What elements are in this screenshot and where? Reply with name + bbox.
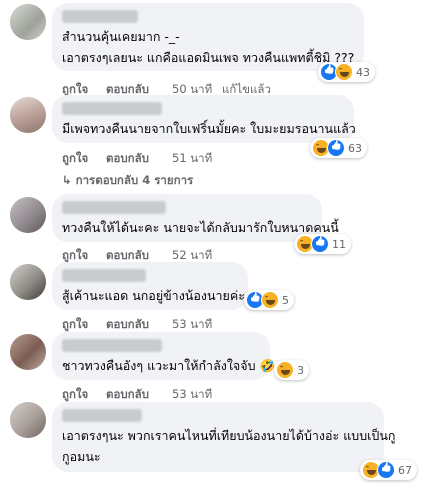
reaction-summary[interactable]: 63 — [310, 138, 367, 158]
commenter-name[interactable] — [62, 201, 166, 214]
commenter-name[interactable] — [62, 269, 146, 282]
comment-bubble: เอาตรงๆนะ พวกเราคนไหนที่เทียบน้องนายได้บ… — [52, 402, 395, 472]
view-replies-link[interactable]: ↳ การตอบกลับ 4 รายการ — [62, 172, 193, 190]
reaction-summary[interactable]: 11 — [294, 234, 351, 254]
reaction-summary[interactable]: 67 — [360, 460, 417, 480]
haha-reaction-icon — [335, 63, 353, 81]
comment-text: เอาตรงๆเลยนะ แกคือแอดมินเพจ ทวงคืนแพทตี้… — [62, 50, 355, 65]
comment-text: ชาวทวงคืนอังๆ แวะมาให้กำลังใจจับ 🤣 — [62, 358, 276, 373]
like-button[interactable]: ถูกใจ — [62, 150, 88, 168]
commenter-name[interactable] — [62, 409, 142, 422]
commenter-name[interactable] — [62, 102, 162, 115]
avatar[interactable] — [10, 334, 46, 370]
avatar[interactable] — [10, 402, 46, 438]
commenter-name[interactable] — [62, 10, 138, 23]
comment-text: มีเพจทวงคืนนายจากใบเฟริ์นมั้ยคะ ใบมะยมรอ… — [62, 121, 356, 136]
haha-reaction-icon — [276, 361, 294, 379]
like-reaction-icon — [311, 235, 329, 253]
reaction-summary[interactable]: 5 — [244, 290, 294, 310]
like-reaction-icon — [327, 139, 345, 157]
comment-bubble: ชาวทวงคืนอังๆ แวะมาให้กำลังใจจับ 🤣 — [52, 332, 275, 380]
comment-text: เอาตรงๆนะ พวกเราคนไหนที่เทียบน้องนายได้บ… — [62, 428, 396, 443]
avatar[interactable] — [10, 4, 46, 40]
comment-bubble: สู้เค้านะแอด นกอยู่ข้างน้องนายค่ะ — [52, 262, 248, 310]
comment-text: สู้เค้านะแอด นกอยู่ข้างน้องนายค่ะ — [62, 288, 245, 303]
comment-text: สำนวนคุ้นเคยมาก -_- — [62, 29, 180, 44]
like-reaction-icon — [377, 461, 395, 479]
haha-reaction-icon — [261, 291, 279, 309]
timestamp[interactable]: 51 นาที — [172, 150, 212, 168]
reaction-summary[interactable]: 3 — [274, 360, 309, 380]
avatar[interactable] — [10, 97, 46, 133]
avatar[interactable] — [10, 264, 46, 300]
comment-bubble: มีเพจทวงคืนนายจากใบเฟริ์นมั้ยคะ ใบมะยมรอ… — [52, 95, 356, 143]
commenter-name[interactable] — [62, 339, 162, 352]
reply-button[interactable]: ตอบกลับ — [106, 150, 149, 168]
comment-bubble: สำนวนคุ้นเคยมาก -_- เอาตรงๆเลยนะ แกคือแอ… — [52, 3, 364, 71]
avatar[interactable] — [10, 197, 46, 233]
reaction-summary[interactable]: 43 — [318, 62, 375, 82]
comment-bubble: ทวงคืนให้ได้นะคะ นายจะได้กลับมารักใบหนาด… — [52, 194, 339, 242]
comment-text: กูอมนะ — [62, 449, 101, 464]
